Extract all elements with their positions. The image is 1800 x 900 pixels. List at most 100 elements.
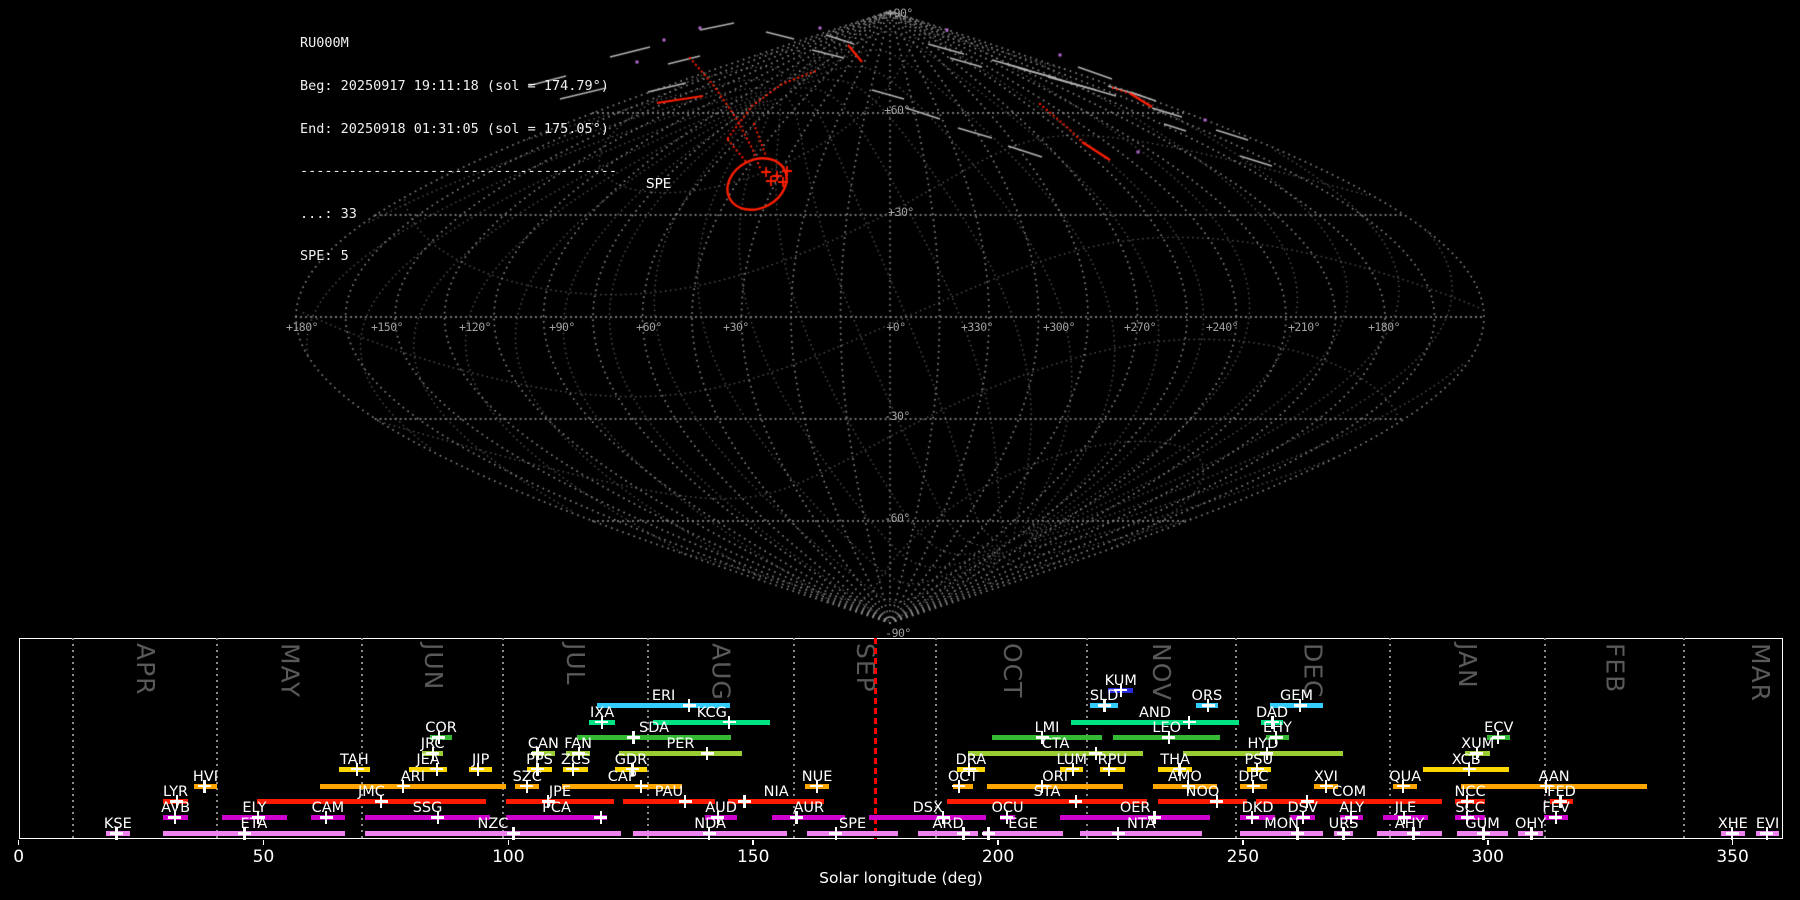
shower-peak-marker-xhe xyxy=(1726,827,1739,840)
session-begin: Beg: 20250917 19:11:18 (sol = 174.79°) xyxy=(300,79,617,93)
shower-peak-marker-jmc xyxy=(375,795,388,808)
shower-peak-marker-ohy xyxy=(1525,827,1538,840)
month-label: JUN xyxy=(419,643,448,690)
shower-label: CAP xyxy=(608,770,637,784)
x-tick-label: 50 xyxy=(253,847,275,867)
shower-label: SPE xyxy=(839,817,866,831)
separator-line: --------------------------------------- xyxy=(300,164,617,178)
shower-label: ERI xyxy=(652,689,676,703)
shower-peak-marker-evi xyxy=(1760,827,1773,840)
shower-peak-marker-nta xyxy=(1112,827,1125,840)
session-end: End: 20250918 01:31:05 (sol = 175.05°) xyxy=(300,122,617,136)
shower-peak-marker-nzc xyxy=(507,827,520,840)
month-label: MAR xyxy=(1746,643,1775,702)
shower-label: PER xyxy=(666,737,694,751)
map-longitude-label: +0° xyxy=(886,320,905,334)
shower-peak-marker-jip xyxy=(471,763,484,776)
month-label: JUL xyxy=(561,643,590,686)
x-tick-label: 250 xyxy=(1227,847,1259,867)
x-tick xyxy=(263,840,265,845)
shower-peak-marker-xcb xyxy=(1463,763,1476,776)
shower-peak-marker-lum xyxy=(1066,763,1079,776)
x-tick-label: 300 xyxy=(1472,847,1504,867)
session-info-block: RU000M Beg: 20250917 19:11:18 (sol = 174… xyxy=(300,8,617,292)
map-longitude-label: +180° xyxy=(1368,320,1400,334)
shower-peak-marker-sta xyxy=(1069,795,1082,808)
shower-peak-marker-szc xyxy=(520,780,533,793)
shower-peak-marker-qua xyxy=(1397,780,1410,793)
x-tick-label: 150 xyxy=(737,847,769,867)
shower-label: NIA xyxy=(764,785,789,799)
shower-peak-marker-ixa xyxy=(595,716,608,729)
spe-ellipse-label: SPE xyxy=(646,176,671,192)
map-longitude-label: +270° xyxy=(1124,320,1156,334)
shower-peak-marker-tah xyxy=(351,763,364,776)
shower-peak-marker-nue xyxy=(810,780,823,793)
x-tick-label: 350 xyxy=(1716,847,1748,867)
shower-peak-marker-and xyxy=(1183,716,1196,729)
radiant-map-screenshot: RU000M Beg: 20250917 19:11:18 (sol = 174… xyxy=(0,0,1800,900)
month-label: AUG xyxy=(706,643,735,701)
map-latitude-label: -30° xyxy=(884,409,910,423)
month-label: MAY xyxy=(275,643,304,698)
shower-peak-marker-noo xyxy=(1210,795,1223,808)
shower-peak-marker-avb xyxy=(168,811,181,824)
x-axis-title: Solar longitude (deg) xyxy=(819,869,983,887)
x-tick xyxy=(508,840,510,845)
shower-peak-marker-hvi xyxy=(198,780,211,793)
shower-label: NTA xyxy=(1127,817,1156,831)
map-latitude-label: -60° xyxy=(884,511,910,525)
shower-peak-marker-cap xyxy=(635,780,648,793)
shower-peak-marker-ari xyxy=(397,780,410,793)
map-longitude-label: +210° xyxy=(1288,320,1320,334)
month-label: NOV xyxy=(1147,643,1176,701)
shower-label: COM xyxy=(1332,785,1366,799)
shower-peak-marker-pca xyxy=(594,811,607,824)
x-tick xyxy=(1242,840,1244,845)
shower-peak-marker-fev xyxy=(1549,811,1562,824)
x-tick xyxy=(18,840,20,845)
shower-peak-marker-xvi xyxy=(1320,780,1333,793)
x-tick xyxy=(1732,840,1734,845)
month-separator xyxy=(502,638,504,839)
month-label: APR xyxy=(131,643,160,696)
month-label: FEB xyxy=(1601,643,1630,693)
shower-peak-marker-ahy xyxy=(1407,827,1420,840)
shower-peak-marker-ors xyxy=(1202,699,1215,712)
shower-label: CTA xyxy=(1042,737,1070,751)
map-longitude-label: +300° xyxy=(1043,320,1075,334)
station-id: RU000M xyxy=(300,36,617,50)
map-longitude-label: +240° xyxy=(1206,320,1238,334)
x-tick-label: 0 xyxy=(13,847,24,867)
shower-peak-marker-dkd xyxy=(1246,811,1259,824)
x-tick xyxy=(752,840,754,845)
shower-peak-marker-pau xyxy=(679,795,692,808)
map-latitude-label: +30° xyxy=(888,205,914,219)
map-longitude-label: +30° xyxy=(723,320,749,334)
shower-peak-marker-per xyxy=(701,747,714,760)
x-tick-label: 200 xyxy=(982,847,1014,867)
map-longitude-label: +330° xyxy=(961,320,993,334)
spe-count: SPE: 5 xyxy=(300,249,617,263)
shower-peak-marker-zcs xyxy=(566,763,579,776)
shower-peak-marker-mon xyxy=(1291,827,1304,840)
shower-peak-marker-aur xyxy=(790,811,803,824)
shower-peak-marker-ard xyxy=(957,827,970,840)
map-longitude-label: +60° xyxy=(636,320,662,334)
map-longitude-label: +90° xyxy=(549,320,575,334)
month-separator xyxy=(1683,638,1685,839)
shower-peak-marker-rpu xyxy=(1103,763,1116,776)
shower-label: EGE xyxy=(1008,817,1038,831)
x-tick xyxy=(1487,840,1489,845)
month-separator xyxy=(1389,638,1391,839)
shower-peak-marker-urs xyxy=(1337,827,1350,840)
month-separator xyxy=(1235,638,1237,839)
shower-peak-marker-eri xyxy=(683,699,696,712)
shower-peak-marker-nda xyxy=(703,827,716,840)
shower-peak-marker-kcg xyxy=(723,716,736,729)
map-longitude-label: +150° xyxy=(371,320,403,334)
map-pole-label: +90° xyxy=(887,6,913,20)
shower-label: AND xyxy=(1139,706,1171,720)
shower-peak-marker-kse xyxy=(110,827,123,840)
shower-label: OER xyxy=(1120,801,1151,815)
